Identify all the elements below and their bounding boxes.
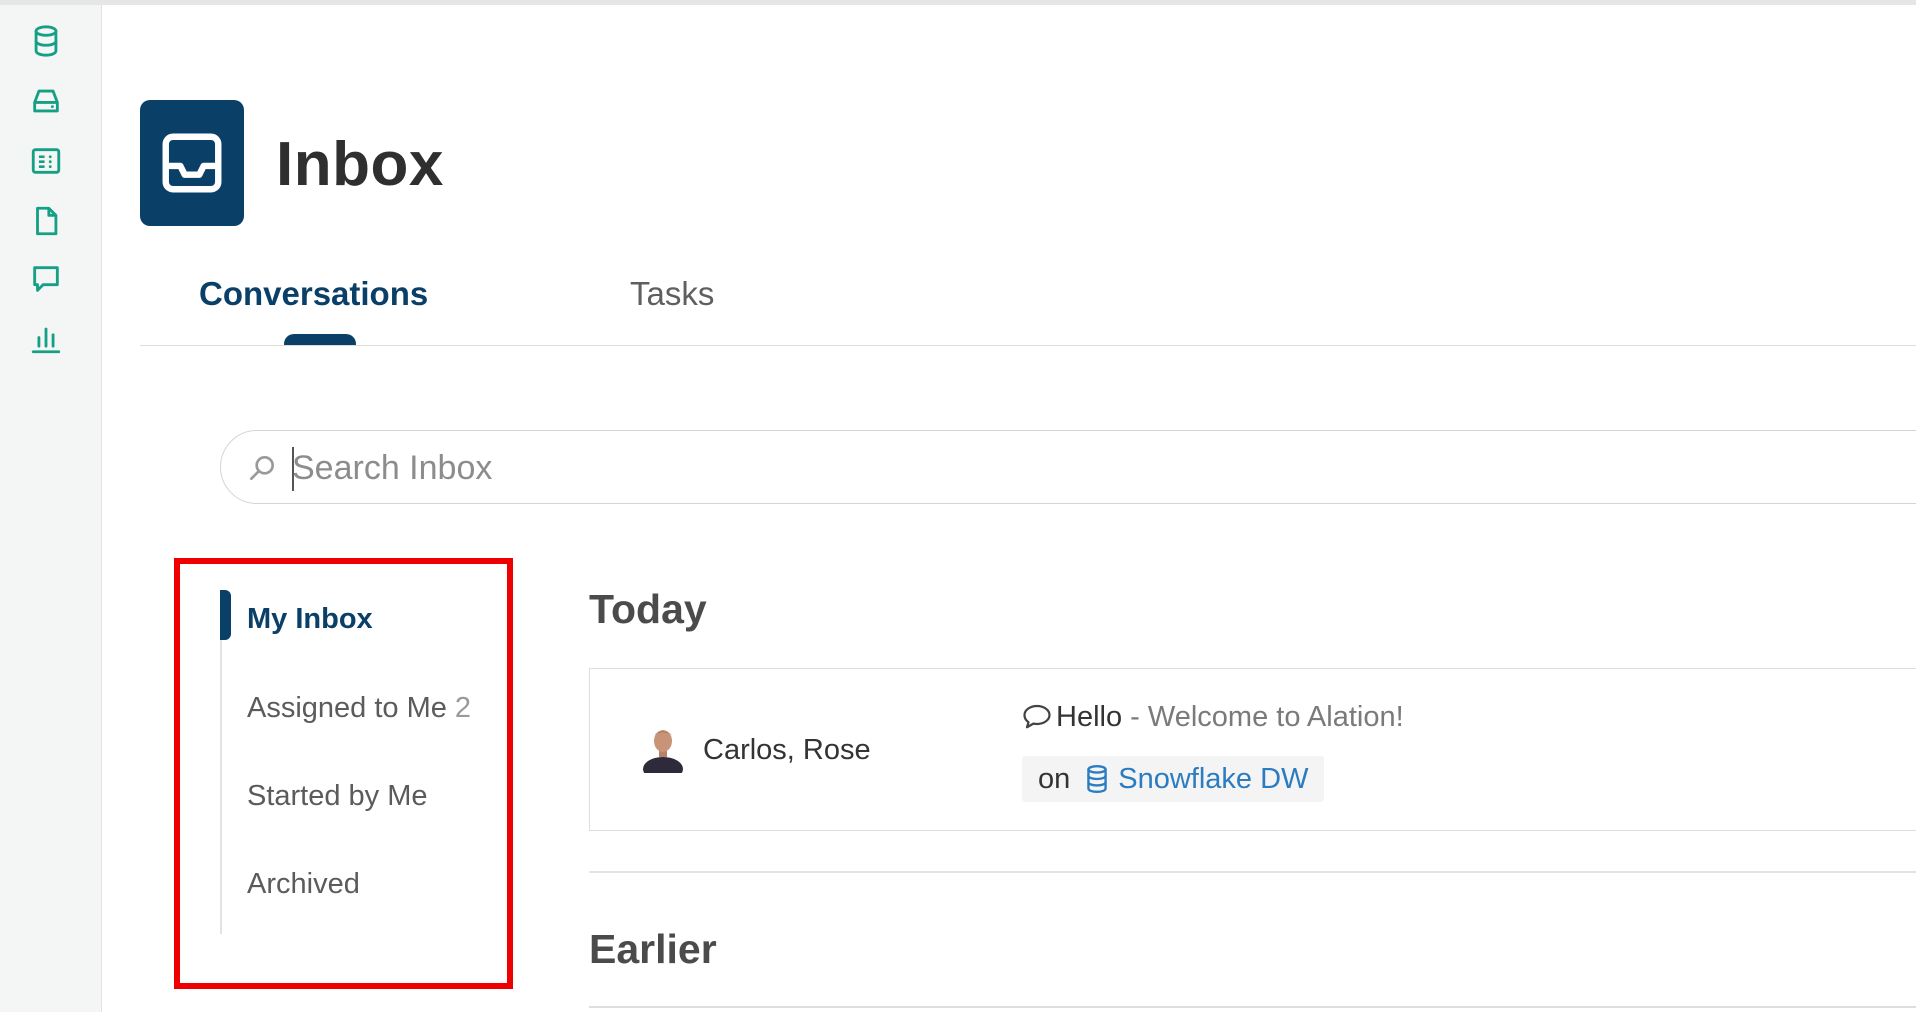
conversation-icon[interactable] (28, 261, 64, 297)
nav-rail (220, 590, 222, 934)
object-name: Snowflake DW (1118, 762, 1309, 795)
nav-item-my-inbox[interactable]: My Inbox (247, 599, 373, 639)
conversation-separator: - (1122, 701, 1148, 733)
object-on-label: on (1038, 762, 1071, 795)
nav-item-archived[interactable]: Archived (247, 864, 360, 904)
tab-conversations[interactable]: Conversations (199, 272, 428, 316)
inbox-icon (162, 133, 222, 193)
document-icon[interactable] (28, 203, 64, 239)
top-border (0, 0, 1916, 5)
storage-icon[interactable] (28, 83, 64, 119)
nav-item-count: 2 (454, 692, 472, 724)
text-cursor (292, 447, 294, 491)
conversation-subject: Hello (1056, 701, 1123, 733)
tabs-divider (140, 345, 1916, 346)
section-divider (589, 871, 1916, 873)
object-chip: on Snowflake DW (1022, 756, 1325, 802)
nav-item-label: Assigned to Me (247, 692, 447, 724)
nav-item-started-by-me[interactable]: Started by Me (247, 776, 428, 816)
nav-active-indicator (220, 590, 231, 640)
database-icon (1087, 764, 1108, 794)
section-title-earlier: Earlier (589, 926, 717, 972)
section-title-today: Today (589, 586, 707, 632)
conversation-participants: Carlos, Rose (703, 734, 871, 766)
conversation-card-edge (589, 1006, 1916, 1008)
catalog-icon[interactable] (28, 143, 64, 179)
inbox-logo-tile (140, 100, 244, 226)
tab-tasks[interactable]: Tasks (630, 272, 714, 316)
analytics-icon[interactable] (28, 321, 64, 357)
nav-item-label: Started by Me (247, 780, 428, 812)
database-icon[interactable] (28, 23, 64, 59)
conversation-preview: Welcome to Alation! (1147, 701, 1404, 733)
search-input[interactable] (288, 440, 1892, 496)
page-title: Inbox (276, 130, 444, 199)
chat-bubble-icon (1023, 704, 1051, 729)
nav-item-label: Archived (247, 868, 360, 900)
app-icon-rail (0, 5, 102, 1012)
nav-item-label: My Inbox (247, 603, 373, 635)
nav-item-assigned-to-me[interactable]: Assigned to Me 2 (247, 688, 471, 728)
object-link[interactable]: Snowflake DW (1084, 763, 1308, 796)
search-icon (250, 456, 274, 480)
avatar (643, 730, 683, 773)
conversation-message[interactable]: Hello - Welcome to Alation! (1022, 697, 1404, 737)
